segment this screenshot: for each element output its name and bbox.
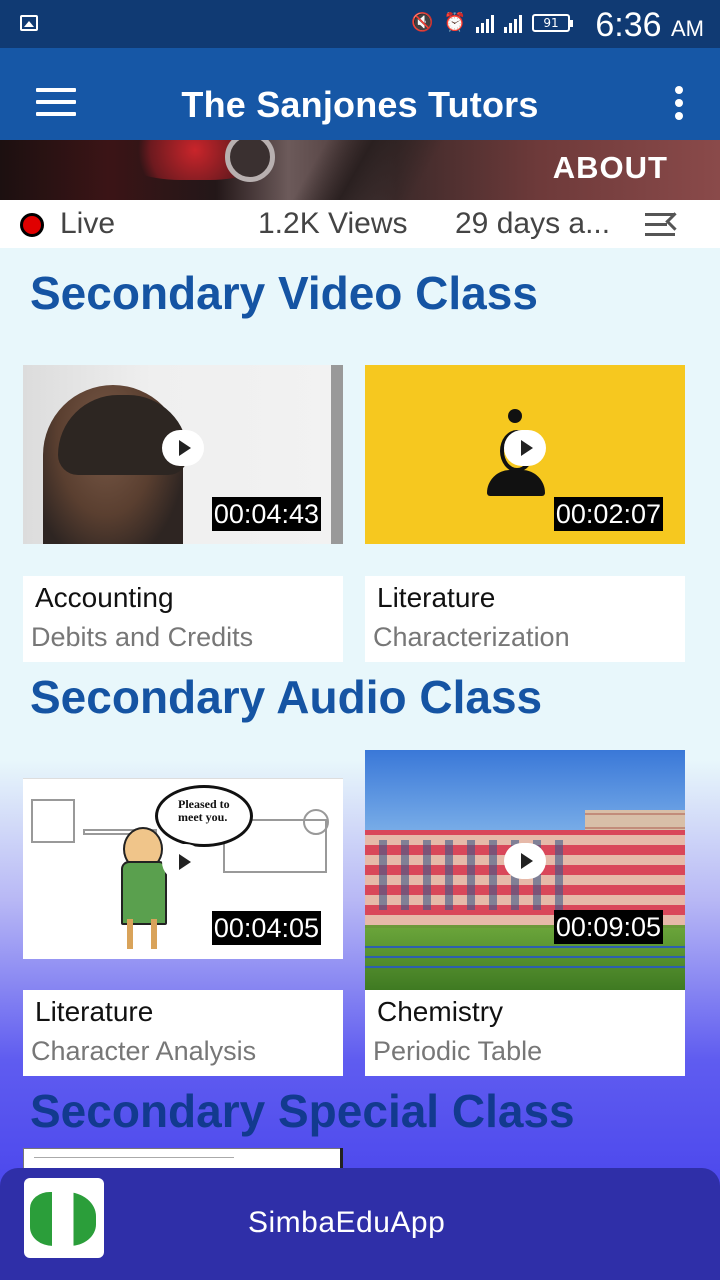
play-icon[interactable] [504, 843, 546, 879]
card-subtitle: Debits and Credits [31, 622, 254, 652]
card-title: Chemistry [377, 996, 504, 1027]
card-caption[interactable]: Chemistry Periodic Table [365, 990, 685, 1076]
section-title-special: Secondary Special Class [30, 1085, 575, 1137]
clock-time: 6:36 [595, 6, 662, 44]
signal-icon [504, 13, 522, 33]
card-subtitle: Periodic Table [373, 1036, 543, 1066]
more-vert-icon[interactable] [674, 86, 684, 125]
duration-badge: 00:02:07 [553, 497, 663, 531]
clock: 6:36 AM [595, 6, 704, 45]
speech-bubble: Pleased to meet you. [155, 785, 253, 847]
card-subtitle: Characterization [373, 622, 570, 652]
status-bar: 🔇 ⏰ 91 6:36 AM [0, 0, 720, 48]
bottom-bar: SimbaEduApp [0, 1168, 720, 1280]
info-row: Live 1.2K Views 29 days a... [0, 200, 720, 248]
signal-icon [476, 13, 494, 33]
play-icon[interactable] [504, 430, 546, 466]
card-caption[interactable]: Accounting Debits and Credits [23, 576, 343, 662]
special-card-peek[interactable] [23, 1148, 343, 1168]
card-caption[interactable]: Literature Character Analysis [23, 990, 343, 1076]
duration-badge: 00:04:43 [211, 497, 321, 531]
play-icon[interactable] [162, 844, 204, 880]
mute-icon: 🔇 [411, 12, 434, 33]
app-bar: The Sanjones Tutors [0, 48, 720, 140]
card-title: Literature [377, 582, 496, 613]
duration-badge: 00:04:05 [211, 911, 321, 945]
banner[interactable]: ABOUT [0, 140, 720, 200]
section-title-video: Secondary Video Class [30, 267, 538, 319]
playlist-icon[interactable] [645, 212, 684, 237]
card-title: Literature [35, 996, 154, 1027]
card-subtitle: Character Analysis [31, 1036, 257, 1066]
video-thumbnail[interactable]: 00:04:43 [23, 365, 343, 544]
battery-icon: 91 [532, 13, 573, 32]
status-icons: 🔇 ⏰ 91 [411, 12, 573, 33]
gallery-icon [20, 15, 38, 31]
brand-name: SimbaEduApp [248, 1206, 446, 1239]
live-label: Live [60, 207, 116, 240]
alarm-icon: ⏰ [443, 12, 466, 33]
section-title-audio: Secondary Audio Class [30, 671, 543, 723]
audio-thumbnail[interactable]: Pleased to meet you. 00:04:05 [23, 778, 343, 959]
play-icon[interactable] [162, 430, 204, 466]
post-date: 29 days a... [455, 207, 611, 240]
battery-level: 91 [543, 15, 559, 30]
clock-ampm: AM [671, 16, 704, 41]
app-title: The Sanjones Tutors [181, 84, 539, 125]
views-count: 1.2K Views [258, 207, 408, 240]
nigeria-flag-map-icon[interactable] [24, 1178, 104, 1258]
card-title: Accounting [35, 582, 174, 613]
live-dot-icon [20, 213, 44, 237]
about-button[interactable]: ABOUT [553, 150, 668, 186]
audio-thumbnail[interactable]: 00:09:05 [365, 750, 685, 990]
video-thumbnail[interactable]: 00:02:07 [365, 365, 685, 544]
duration-badge: 00:09:05 [553, 910, 663, 944]
card-caption[interactable]: Literature Characterization [365, 576, 685, 662]
